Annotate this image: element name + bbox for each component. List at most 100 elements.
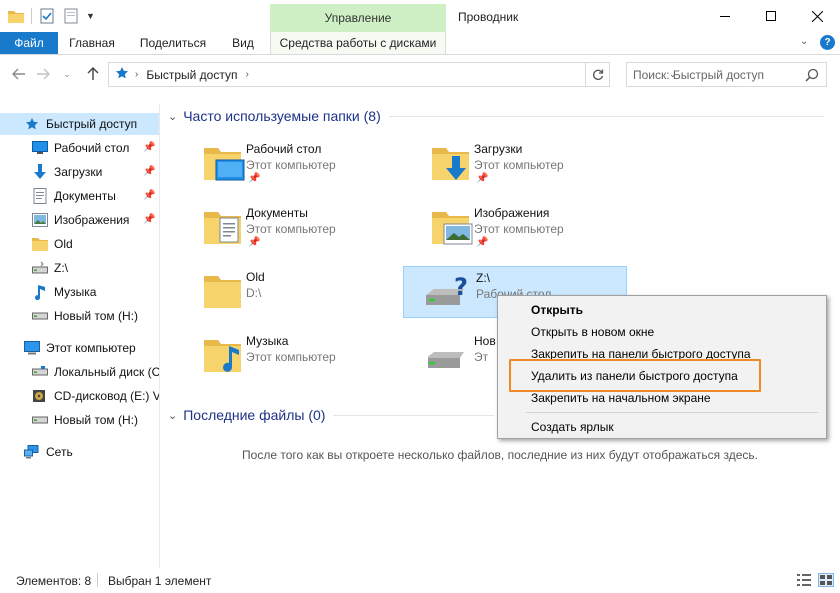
group-title: Часто используемые папки (8)	[183, 108, 381, 124]
tile-name: Рабочий стол	[246, 142, 322, 156]
highlight-box	[509, 359, 761, 392]
help-icon[interactable]: ?	[820, 35, 835, 50]
expand-ribbon-icon[interactable]: ⌄	[800, 36, 808, 47]
pin-icon: 📌	[248, 237, 261, 248]
manage-tab[interactable]: Управление	[270, 11, 446, 25]
sidebar-item-label: CD-дисковод (E:) V	[54, 389, 159, 403]
search-input[interactable]	[633, 67, 793, 83]
ribbon-tabs: Файл Главная Поделиться Вид Средства раб…	[0, 32, 840, 55]
folder-icon[interactable]	[8, 6, 24, 26]
sidebar-item-pictures[interactable]: Изображения 📌	[0, 209, 159, 231]
tab-disk-tools[interactable]: Средства работы с дисками	[270, 32, 446, 54]
quick-access-separator	[31, 8, 32, 24]
tile-pictures[interactable]: Изображения Этот компьютер 📌	[428, 202, 650, 254]
sidebar-item-this-pc[interactable]: Этот компьютер	[0, 337, 159, 359]
network-icon	[24, 444, 40, 460]
menu-item-create-shortcut[interactable]: Создать ярлык	[498, 416, 826, 438]
svg-text:?: ?	[454, 273, 468, 301]
tab-share[interactable]: Поделиться	[126, 32, 220, 54]
download-icon	[32, 164, 48, 180]
up-button[interactable]	[82, 62, 104, 86]
close-icon	[811, 10, 823, 22]
tile-name: Нов	[474, 334, 496, 348]
refresh-icon	[593, 69, 604, 80]
sidebar-item-documents[interactable]: Документы 📌	[0, 185, 159, 207]
sidebar-item-music[interactable]: Музыка	[0, 281, 159, 303]
tile-location: Этот компьютер	[246, 158, 336, 172]
new-folder-icon[interactable]	[64, 6, 78, 26]
tab-view[interactable]: Вид	[220, 32, 266, 54]
pane-divider[interactable]	[159, 104, 160, 568]
tile-desktop[interactable]: Рабочий стол Этот компьютер 📌	[200, 138, 422, 190]
pin-icon[interactable]: 📌	[143, 142, 155, 153]
sidebar-item-label: Этот компьютер	[46, 341, 136, 355]
menu-item-open[interactable]: Открыть	[498, 299, 826, 321]
tile-location: Этот компьютер	[474, 158, 564, 172]
sidebar-item-old[interactable]: Old	[0, 233, 159, 255]
pin-icon[interactable]: 📌	[143, 166, 155, 177]
minimize-button[interactable]	[702, 0, 748, 32]
sidebar-item-label: Old	[54, 237, 73, 251]
refresh-button[interactable]	[585, 63, 610, 86]
chevron-down-icon: ⌄	[63, 68, 71, 79]
pin-icon[interactable]: 📌	[143, 214, 155, 225]
documents-icon	[32, 188, 48, 204]
tab-file[interactable]: Файл	[0, 32, 58, 54]
drive-icon	[32, 412, 48, 428]
sidebar-item-cd-drive[interactable]: CD-дисковод (E:) V	[0, 385, 159, 407]
group-title: Последние файлы (0)	[183, 407, 326, 423]
back-button[interactable]	[8, 62, 30, 86]
properties-icon[interactable]	[40, 6, 54, 26]
sidebar-item-local-disk-c[interactable]: Локальный диск (C	[0, 361, 159, 383]
close-button[interactable]	[794, 0, 840, 32]
desktop-icon	[32, 140, 48, 156]
sidebar-item-downloads[interactable]: Загрузки 📌	[0, 161, 159, 183]
tile-name: Документы	[246, 206, 308, 220]
menu-separator	[526, 412, 818, 413]
frequent-folders-header[interactable]: ⌄ Часто используемые папки (8)	[168, 106, 824, 126]
large-icons-view-icon[interactable]	[818, 573, 834, 587]
tab-home[interactable]: Главная	[58, 32, 126, 54]
menu-item-open-new-window[interactable]: Открыть в новом окне	[498, 321, 826, 343]
details-view-icon[interactable]	[796, 573, 812, 587]
recent-locations-button[interactable]: ⌄	[56, 62, 78, 86]
tile-location: Этот компьютер	[474, 222, 564, 236]
tile-new-volume[interactable]: Нов Эт	[428, 330, 496, 382]
folder-icon	[32, 236, 48, 252]
forward-button[interactable]	[32, 62, 54, 86]
folder-icon	[204, 276, 241, 308]
tile-downloads[interactable]: Загрузки Этот компьютер 📌	[428, 138, 650, 190]
sidebar-item-new-volume-h[interactable]: Новый том (H:)	[0, 305, 159, 327]
chevron-right-icon[interactable]: ›	[245, 69, 248, 80]
recent-files-header[interactable]: ⌄ Последние файлы (0)	[168, 405, 494, 425]
sidebar-item-network[interactable]: Сеть	[0, 441, 159, 463]
sidebar-item-label: Новый том (H:)	[54, 309, 138, 323]
sidebar-item-label: Сеть	[46, 445, 73, 459]
chevron-right-icon[interactable]: ›	[135, 69, 138, 80]
tile-documents[interactable]: Документы Этот компьютер 📌	[200, 202, 422, 254]
pin-icon: 📌	[248, 173, 261, 184]
maximize-button[interactable]	[748, 0, 794, 32]
search-box[interactable]	[626, 62, 827, 87]
sidebar-item-quick-access[interactable]: Быстрый доступ	[0, 113, 159, 135]
arrow-left-icon	[12, 68, 25, 80]
search-icon[interactable]	[805, 68, 819, 85]
pin-icon[interactable]: 📌	[143, 190, 155, 201]
sidebar-item-label: Документы	[54, 189, 116, 203]
sidebar-item-z-drive[interactable]: Z:\	[0, 257, 159, 279]
star-icon	[24, 116, 40, 132]
tile-music[interactable]: Музыка Этот компьютер	[200, 330, 422, 382]
chevron-down-icon[interactable]: ⌄	[168, 110, 177, 123]
tile-old[interactable]: Old D:\	[200, 266, 422, 318]
drive-icon	[428, 352, 464, 368]
tile-name: Музыка	[246, 334, 289, 348]
chevron-down-icon[interactable]: ⌄	[168, 409, 177, 422]
customize-toolbar-icon[interactable]: ▼	[86, 6, 95, 26]
address-bar[interactable]: › Быстрый доступ › ⌄	[108, 62, 677, 87]
drive-icon	[32, 308, 48, 324]
breadcrumb[interactable]: Быстрый доступ	[146, 68, 237, 82]
local-disk-icon	[32, 364, 48, 380]
sidebar-item-new-volume-h-2[interactable]: Новый том (H:)	[0, 409, 159, 431]
sidebar-item-desktop[interactable]: Рабочий стол 📌	[0, 137, 159, 159]
recent-files-empty-message: После того как вы откроете несколько фай…	[242, 448, 758, 462]
